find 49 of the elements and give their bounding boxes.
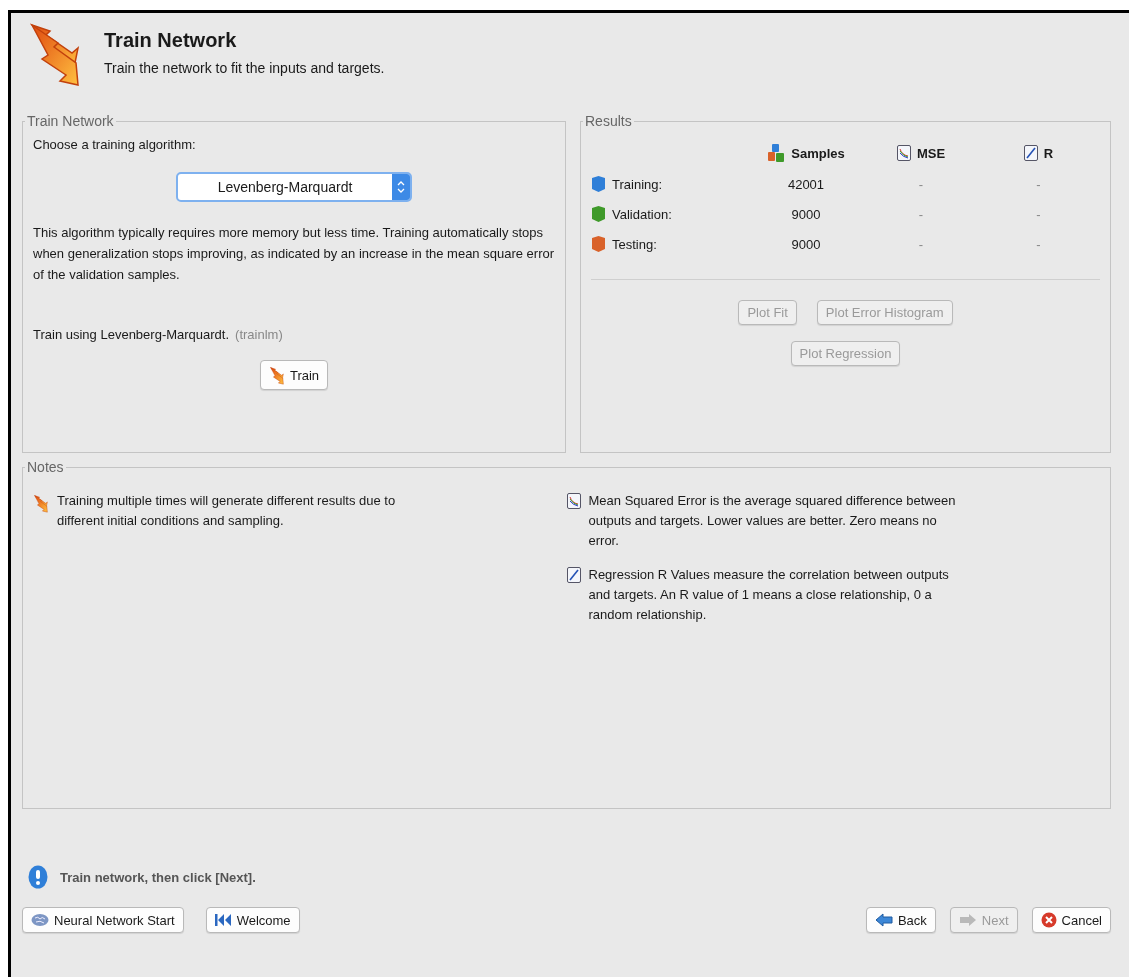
regression-icon xyxy=(1023,145,1038,161)
row-label: Training: xyxy=(612,176,663,192)
next-arrow-icon xyxy=(958,913,977,927)
cancel-icon xyxy=(1040,912,1057,928)
regression-icon xyxy=(566,567,581,583)
back-arrow-icon xyxy=(874,913,893,927)
panel-legend: Train Network xyxy=(25,113,116,129)
mse-value: - xyxy=(918,176,924,192)
lightning-arrow-icon xyxy=(30,23,80,88)
algorithm-description: This algorithm typically requires more memory but less time. Training automatically stops when generalization stops improving, as indicated by an increase in the mean square error of the validation samples. xyxy=(33,224,555,284)
r-value: - xyxy=(1036,236,1041,252)
page-title: Train Network xyxy=(104,29,238,52)
note-text: Mean Squared Error is the average squared difference between outputs and targets. Lower values are better. Zero means no error. xyxy=(588,492,957,550)
mse-value: - xyxy=(918,236,924,252)
samples-value: 9000 xyxy=(791,206,821,222)
cancel-button[interactable]: Cancel xyxy=(1031,907,1111,933)
mse-value: - xyxy=(918,206,924,222)
row-label: Validation: xyxy=(612,206,672,222)
note-text: Regression R Values measure the correlation between outputs and targets. An R value of 1 means a close relationship, 0 a random relationship. xyxy=(588,566,950,624)
note-text: Training multiple times will generate different results due to different initial conditions and sampling. xyxy=(57,492,397,530)
prompt-label: Choose a training algorithm: xyxy=(33,137,197,152)
stepper-icon xyxy=(397,180,405,194)
column-header: R xyxy=(1043,145,1054,161)
lightning-arrow-icon xyxy=(33,495,49,513)
samples-value: 42001 xyxy=(787,176,825,192)
back-button[interactable]: Back xyxy=(865,907,936,933)
samples-value: 9000 xyxy=(791,236,821,252)
error-chart-icon xyxy=(566,493,581,509)
panel-legend: Notes xyxy=(25,459,66,475)
rewind-icon xyxy=(214,913,232,927)
status-message: Train network, then click [Next]. xyxy=(60,869,256,885)
cubes-icon xyxy=(767,143,786,163)
lightning-arrow-icon xyxy=(268,367,285,385)
error-chart-icon xyxy=(896,145,911,161)
function-name: (trainlm) xyxy=(235,327,283,342)
train-button[interactable]: Train xyxy=(259,360,329,390)
r-value: - xyxy=(1036,206,1041,222)
algorithm-dropdown[interactable]: Levenberg-Marquardt xyxy=(176,172,412,202)
column-header: MSE xyxy=(916,145,946,161)
row-label: Testing: xyxy=(612,236,657,252)
page-subtitle: Train the network to fit the inputs and targets. xyxy=(104,60,385,76)
column-header: Samples xyxy=(791,145,845,161)
train-using-text: Train using Levenberg-Marquardt. xyxy=(33,327,230,342)
info-icon xyxy=(28,865,48,889)
brain-icon xyxy=(31,913,49,927)
r-value: - xyxy=(1036,176,1041,192)
panel-legend: Results xyxy=(583,113,634,129)
rewind-button[interactable]: Welcome xyxy=(205,907,300,933)
brain-button[interactable]: Neural Network Start xyxy=(22,907,184,933)
